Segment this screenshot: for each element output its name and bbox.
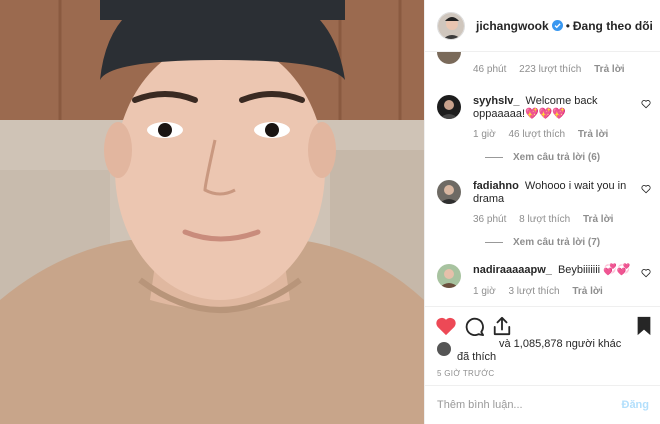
comment-text: fadiahno Wohooo i wait you in drama	[473, 180, 633, 206]
likes-tail-text: đã thích	[457, 351, 497, 363]
comment-likes[interactable]: 8 lượt thích	[519, 214, 570, 225]
view-replies-line	[485, 242, 503, 243]
following-button[interactable]: Đang theo dõi	[573, 19, 653, 33]
comment-meta: 46 phút 223 lượt thích Trả lời	[473, 64, 635, 75]
commenter-avatar-image	[437, 264, 461, 288]
comment-likes[interactable]: 46 lượt thích	[508, 129, 565, 140]
add-comment-bar: Đăng	[425, 385, 660, 424]
comment-likes[interactable]: 223 lượt thích	[519, 64, 581, 75]
like-comment-icon[interactable]	[641, 184, 651, 194]
commenter-avatar[interactable]	[437, 264, 461, 288]
author-avatar[interactable]	[437, 11, 465, 40]
comment-text: syyhslv_ Welcome back oppaaaaa!💖💖💖	[473, 95, 633, 121]
like-comment-icon[interactable]	[641, 99, 651, 109]
post-actions-bar	[425, 306, 660, 342]
reply-button[interactable]: Trả lời	[594, 64, 624, 75]
reply-button[interactable]: Trả lời	[583, 214, 613, 225]
view-replies-button[interactable]: Xem câu trả lời (7)	[485, 237, 600, 248]
commenter-avatar[interactable]	[437, 52, 461, 64]
commenter-avatar[interactable]	[437, 95, 461, 119]
comment-icon[interactable]	[463, 316, 485, 336]
commenter-avatar[interactable]	[437, 180, 461, 204]
comment-item: nadiraaaaapw_ Beybiiiiiii 💞💞 1 giờ 3 lượ…	[437, 264, 651, 306]
comment-meta: 1 giờ 46 lượt thích Trả lời	[473, 129, 618, 140]
bookmark-filled-icon[interactable]	[633, 316, 655, 336]
verified-badge-icon	[551, 20, 563, 31]
comment-item: fadiahno Wohooo i wait you in drama 36 p…	[437, 180, 651, 250]
post-comment-button[interactable]: Đăng	[622, 399, 650, 411]
comment-content: Beybiiiiiii 💞💞	[557, 264, 631, 276]
comment-text: nadiraaaaapw_ Beybiiiiiii 💞💞	[473, 264, 633, 277]
commenter-avatar-image	[437, 180, 461, 204]
likes-count-text: và 1,085,878 người khác	[499, 338, 622, 350]
post-photo[interactable]	[0, 0, 424, 424]
commenter-username[interactable]: fadiahno	[473, 180, 519, 192]
reply-button[interactable]: Trả lời	[578, 129, 608, 140]
comment-time[interactable]: 36 phút	[473, 214, 506, 225]
author-avatar-image	[438, 12, 464, 39]
comments-list: personality 46 phút 223 lượt thích Trả l…	[425, 52, 660, 306]
post-timestamp: 5 GIỜ TRƯỚC	[437, 369, 495, 378]
view-replies-label: Xem câu trả lời (7)	[513, 237, 601, 248]
heart-filled-icon[interactable]	[435, 316, 457, 336]
comment-text: personality	[473, 52, 633, 53]
commenter-avatar-image	[437, 95, 461, 119]
comment-meta: 1 giờ 3 lượt thích Trả lời	[473, 286, 613, 297]
liker-avatar	[437, 342, 451, 356]
author-username[interactable]: jichangwook	[476, 19, 549, 33]
share-icon[interactable]	[491, 316, 513, 336]
comment-input[interactable]	[437, 399, 622, 411]
selfie-image	[0, 0, 424, 424]
reply-button[interactable]: Trả lời	[572, 286, 602, 297]
like-comment-icon[interactable]	[641, 268, 651, 278]
comment-time[interactable]: 46 phút	[473, 64, 506, 75]
header-separator: •	[565, 18, 570, 33]
post-header: jichangwook • Đang theo dõi	[425, 0, 660, 52]
view-replies-button[interactable]: Xem câu trả lời (6)	[485, 152, 600, 163]
view-replies-line	[485, 157, 503, 158]
view-replies-label: Xem câu trả lời (6)	[513, 152, 601, 163]
comment-time[interactable]: 1 giờ	[473, 129, 496, 140]
comment-item: personality 46 phút 223 lượt thích Trả l…	[437, 52, 651, 80]
instagram-post-view: jichangwook • Đang theo dõi personality …	[0, 0, 660, 424]
comment-meta: 36 phút 8 lượt thích Trả lời	[473, 214, 623, 225]
comment-likes[interactable]: 3 lượt thích	[508, 286, 559, 297]
comment-time[interactable]: 1 giờ	[473, 286, 496, 297]
comment-item: syyhslv_ Welcome back oppaaaaa!💖💖💖 1 giờ…	[437, 95, 651, 165]
commenter-username[interactable]: syyhslv_	[473, 95, 519, 107]
post-side-panel: jichangwook • Đang theo dõi personality …	[424, 0, 660, 424]
commenter-username[interactable]: nadiraaaaapw_	[473, 264, 552, 276]
